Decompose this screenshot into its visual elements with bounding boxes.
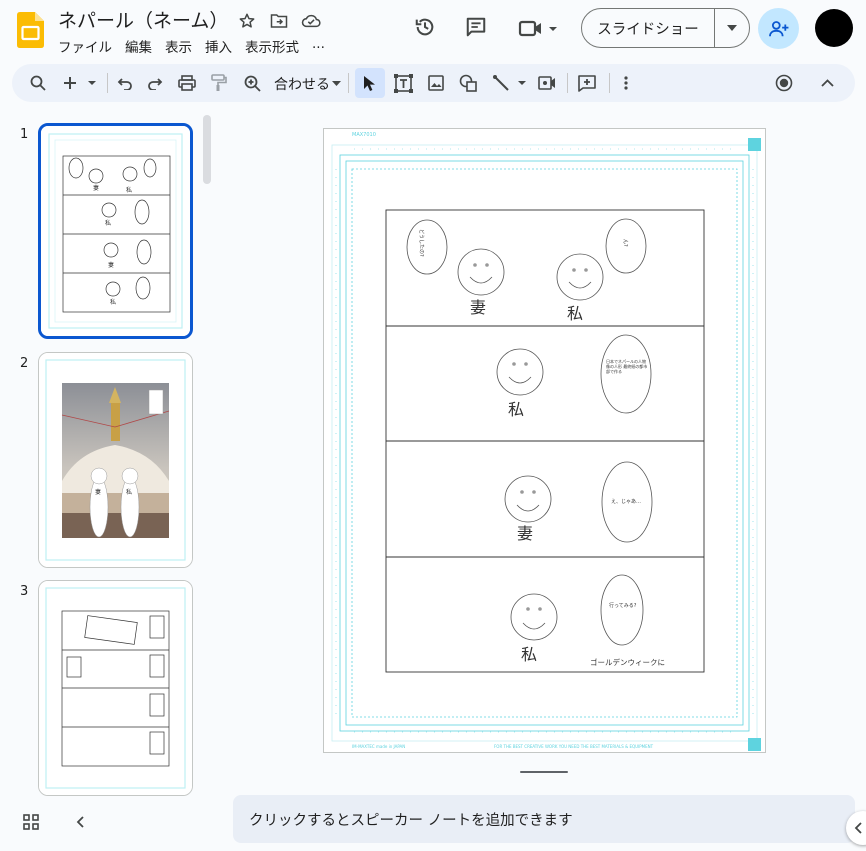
print-icon[interactable] — [177, 73, 197, 93]
slide-number: 3 — [20, 584, 29, 599]
paper-header: MAX7010 — [352, 132, 376, 138]
character-label: 妻 — [517, 524, 533, 543]
chevron-left-icon — [854, 822, 862, 834]
paper-footer-right: FOR THE BEST CREATIVE WORK YOU NEED THE … — [494, 744, 654, 749]
record-icon[interactable] — [774, 73, 794, 93]
text-box-icon[interactable] — [393, 73, 413, 93]
zoom-value: 合わせる — [274, 77, 330, 93]
chevron-down-icon — [332, 81, 341, 86]
slide-number: 2 — [20, 356, 29, 371]
search-menus-icon[interactable] — [28, 73, 48, 93]
filmstrip-scrollbar[interactable] — [203, 115, 211, 184]
add-person-icon — [768, 20, 788, 36]
svg-text:私: 私 — [126, 186, 132, 194]
bubble-text: え、じゃあ… — [611, 499, 641, 505]
insert-image-icon[interactable] — [426, 73, 446, 93]
account-avatar[interactable] — [815, 9, 853, 47]
bubble-text: 行ってみる? — [609, 602, 637, 609]
slide-number: 1 — [20, 127, 29, 142]
slideshow-dropdown-icon[interactable] — [715, 9, 749, 47]
menu-format[interactable]: 表示形式 — [245, 36, 306, 56]
menu-view[interactable]: 表示 — [165, 36, 199, 56]
collapse-toolbar-icon[interactable] — [817, 73, 837, 93]
paper-footer-left: IM-MAXTEC made in JAPAN — [352, 744, 405, 749]
speaker-notes[interactable]: クリックするとスピーカー ノートを追加できます — [233, 795, 855, 843]
redo-icon[interactable] — [145, 73, 165, 93]
insert-video-icon[interactable] — [537, 73, 557, 93]
menu-file[interactable]: ファイル — [58, 36, 119, 56]
new-slide-icon[interactable] — [61, 73, 101, 93]
svg-text:妻: 妻 — [93, 184, 99, 192]
character-label: 私 — [508, 400, 524, 419]
share-button[interactable] — [758, 8, 799, 49]
slide-thumbnail-3[interactable] — [38, 580, 193, 796]
slide-canvas[interactable]: MAX7010 IM-MAXTEC made in JAPAN FOR THE … — [323, 128, 766, 753]
menu-edit[interactable]: 編集 — [125, 36, 159, 56]
character-label: 妻 — [470, 298, 486, 317]
character-label: 私 — [567, 304, 583, 323]
zoom-select[interactable]: 合わせる — [274, 74, 341, 94]
toolbar-divider — [348, 73, 349, 93]
bubble-text: ん? — [622, 239, 628, 247]
slide-thumbnail-2[interactable]: 妻 私 — [38, 352, 193, 568]
slides-logo-icon[interactable] — [17, 12, 44, 48]
svg-text:私: 私 — [105, 219, 111, 227]
toolbar: 合わせる — [12, 64, 855, 102]
star-icon[interactable] — [236, 10, 258, 32]
bubble-text: どうしたの? — [418, 229, 425, 257]
undo-icon[interactable] — [115, 73, 135, 93]
shape-icon[interactable] — [458, 73, 478, 93]
move-to-folder-icon[interactable] — [268, 10, 290, 32]
panel-caption: ゴールデンウィークに — [590, 657, 665, 667]
select-tool[interactable] — [355, 68, 385, 98]
cloud-saved-icon[interactable] — [300, 10, 322, 32]
slideshow-button[interactable]: スライドショー — [581, 8, 750, 48]
notes-resize-handle[interactable] — [520, 771, 568, 773]
meet-camera-icon[interactable] — [518, 17, 558, 39]
svg-text:妻: 妻 — [108, 261, 114, 269]
slide-thumbnail-1[interactable]: 妻私 私妻私 — [38, 123, 193, 339]
more-options-icon[interactable] — [616, 73, 636, 93]
app-header: ネパール（ネーム） ファイル 編集 表示 挿入 表示形式 ... スライドショー — [0, 0, 866, 62]
thumb-label-wife: 妻 — [95, 488, 101, 496]
line-tool-icon[interactable] — [492, 73, 530, 93]
slideshow-label[interactable]: スライドショー — [582, 9, 715, 47]
insert-comment-icon[interactable] — [577, 73, 597, 93]
menu-more[interactable]: ... — [312, 36, 332, 56]
character-label: 私 — [521, 645, 537, 664]
menu-insert[interactable]: 挿入 — [205, 36, 239, 56]
thumb-label-me: 私 — [126, 488, 132, 496]
cursor-arrow-icon — [364, 75, 375, 91]
version-history-icon[interactable] — [414, 16, 436, 38]
document-title[interactable]: ネパール（ネーム） — [58, 6, 228, 33]
bubble-text: 日本でネパールの人物像の人形 最終紙の都市部で作る — [606, 359, 648, 374]
collapse-filmstrip-icon[interactable] — [72, 813, 92, 833]
paint-format-icon[interactable] — [209, 73, 229, 93]
menu-bar: ファイル 編集 表示 挿入 表示形式 ... — [58, 36, 338, 56]
zoom-icon[interactable] — [242, 73, 262, 93]
toolbar-divider — [609, 73, 610, 93]
registration-mark — [748, 738, 761, 751]
registration-mark — [748, 138, 761, 151]
toolbar-divider — [567, 73, 568, 93]
svg-text:私: 私 — [110, 298, 116, 306]
speaker-notes-placeholder: クリックするとスピーカー ノートを追加できます — [249, 812, 573, 829]
side-panel-toggle[interactable] — [846, 811, 866, 845]
toolbar-divider — [107, 73, 108, 93]
comments-icon[interactable] — [465, 16, 487, 38]
grid-view-icon[interactable] — [22, 813, 42, 833]
